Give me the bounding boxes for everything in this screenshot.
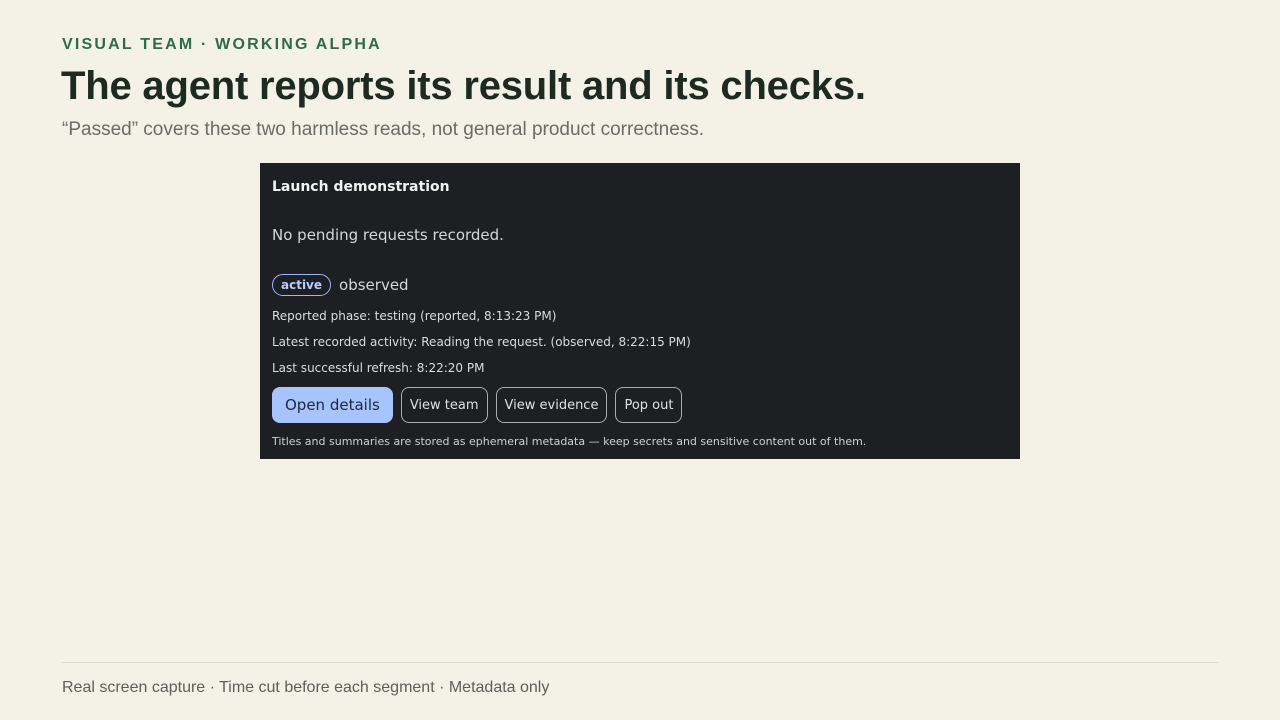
footer-divider [62,662,1218,663]
view-evidence-button[interactable]: View evidence [495,387,608,423]
latest-activity: Latest recorded activity: Reading the re… [272,335,691,349]
eyebrow: VISUAL TEAM · WORKING ALPHA [62,36,382,53]
panel-heading: Launch demonstration [272,179,450,195]
status-badge: active [272,274,332,296]
action-buttons: Open details View team View evidence Pop… [272,387,683,423]
screen-capture-panel: Launch demonstration No pending requests… [260,163,1020,459]
reported-phase: Reported phase: testing (reported, 8:13:… [272,309,557,323]
slide-footer: Real screen capture · Time cut before ea… [62,679,550,696]
slide-title: The agent reports its result and its che… [61,64,866,108]
last-refresh: Last successful refresh: 8:22:20 PM [272,361,485,375]
open-details-button[interactable]: Open details [272,387,393,423]
slide-subtitle: “Passed” covers these two harmless reads… [62,119,705,140]
status-row: active observed [272,274,409,296]
metadata-note: Titles and summaries are stored as ephem… [272,435,867,448]
view-team-button[interactable]: View team [400,387,488,423]
pop-out-button[interactable]: Pop out [615,387,683,423]
empty-state-message: No pending requests recorded. [272,226,504,244]
status-observed-label: observed [339,276,409,294]
